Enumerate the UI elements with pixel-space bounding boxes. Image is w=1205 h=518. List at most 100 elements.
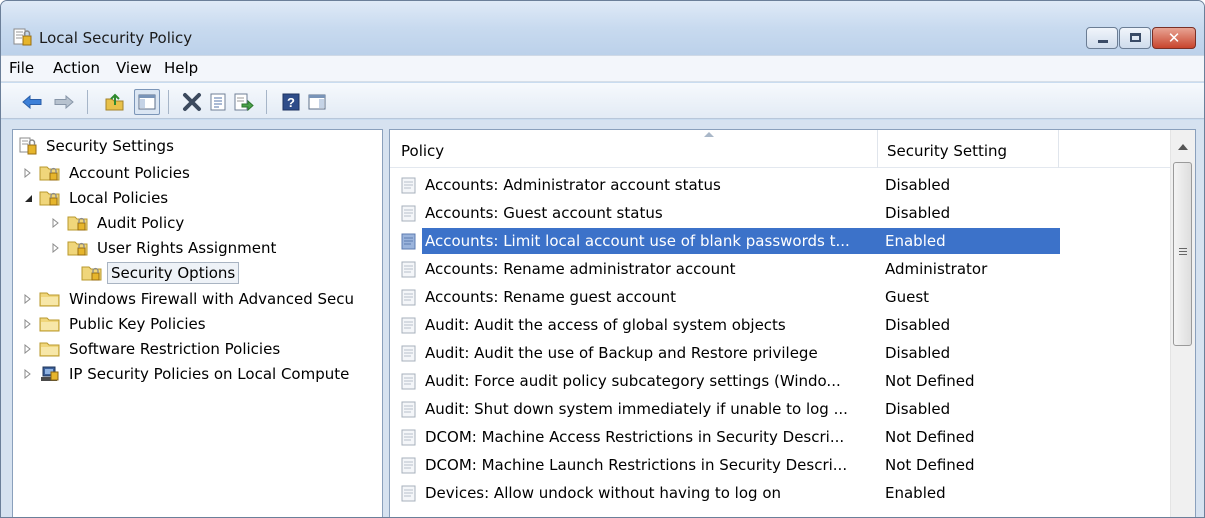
content-area: Security Settings Account Policies Local… bbox=[1, 120, 1204, 517]
menu-bar: File Action View Help bbox=[1, 55, 1204, 82]
column-header-policy[interactable]: Policy bbox=[401, 130, 444, 168]
toolbar-separator bbox=[266, 90, 267, 114]
policy-setting: Guest bbox=[885, 288, 930, 306]
folder-icon bbox=[39, 342, 60, 357]
policy-name: Accounts: Rename administrator account bbox=[425, 260, 736, 278]
policy-folder-icon bbox=[67, 216, 88, 231]
list-row-selected[interactable]: Accounts: Limit local account use of bla… bbox=[390, 227, 1170, 255]
tree-root-label: Security Settings bbox=[46, 137, 174, 155]
expand-arrow-icon[interactable] bbox=[23, 344, 33, 354]
policy-setting: Administrator bbox=[885, 260, 988, 278]
list-row[interactable]: Audit: Audit the access of global system… bbox=[390, 311, 1170, 339]
help-button[interactable]: ? bbox=[280, 91, 302, 113]
forward-button[interactable] bbox=[53, 91, 75, 113]
collapse-arrow-icon[interactable] bbox=[23, 193, 33, 203]
policy-folder-icon bbox=[67, 241, 88, 256]
help-icon: ? bbox=[282, 93, 300, 111]
back-button[interactable] bbox=[21, 91, 43, 113]
list-row[interactable]: Accounts: Rename guest account Guest bbox=[390, 283, 1170, 311]
export-list-button[interactable] bbox=[233, 91, 255, 113]
policy-item-icon bbox=[401, 205, 416, 222]
tree-item-security-options[interactable]: Security Options bbox=[81, 261, 240, 285]
tree-item-user-rights-assignment[interactable]: User Rights Assignment bbox=[51, 236, 279, 260]
console-tree: Security Settings Account Policies Local… bbox=[12, 129, 383, 517]
list-row[interactable]: Audit: Force audit policy subcategory se… bbox=[390, 367, 1170, 395]
column-divider[interactable] bbox=[877, 130, 878, 168]
list-row[interactable]: Devices: Allow undock without having to … bbox=[390, 479, 1170, 507]
policy-name: Accounts: Guest account status bbox=[425, 204, 663, 222]
minimize-icon bbox=[1098, 40, 1108, 43]
policy-item-icon bbox=[401, 373, 416, 390]
expand-arrow-icon[interactable] bbox=[51, 218, 61, 228]
scroll-thumb[interactable] bbox=[1173, 162, 1192, 346]
tree-item-label: Audit Policy bbox=[97, 214, 185, 232]
list-header: Policy Security Setting bbox=[390, 130, 1170, 168]
up-folder-icon bbox=[105, 93, 124, 111]
forward-arrow-icon bbox=[54, 95, 74, 109]
scroll-grip-icon bbox=[1179, 248, 1187, 255]
policy-name: Audit: Audit the use of Backup and Resto… bbox=[425, 344, 818, 362]
folder-icon bbox=[39, 317, 60, 332]
security-policy-icon bbox=[13, 28, 32, 46]
list-row[interactable]: Accounts: Rename administrator account A… bbox=[390, 255, 1170, 283]
expand-arrow-icon[interactable] bbox=[23, 294, 33, 304]
show-hide-action-pane-icon bbox=[308, 94, 326, 110]
title-bar[interactable]: Local Security Policy ✕ bbox=[1, 1, 1204, 55]
policy-item-icon bbox=[401, 345, 416, 362]
list-row[interactable]: Audit: Audit the use of Backup and Resto… bbox=[390, 339, 1170, 367]
tree-item-public-key-policies[interactable]: Public Key Policies bbox=[23, 312, 209, 336]
menu-action[interactable]: Action bbox=[53, 59, 100, 77]
list-row[interactable]: Accounts: Guest account status Disabled bbox=[390, 199, 1170, 227]
app-window: Local Security Policy ✕ File Action View… bbox=[0, 0, 1205, 518]
expand-arrow-icon[interactable] bbox=[51, 243, 61, 253]
show-hide-action-pane-button[interactable] bbox=[306, 91, 328, 113]
list-row[interactable]: Audit: Shut down system immediately if u… bbox=[390, 395, 1170, 423]
vertical-scrollbar[interactable] bbox=[1170, 130, 1195, 517]
menu-file[interactable]: File bbox=[9, 59, 34, 77]
policy-item-icon bbox=[401, 457, 416, 474]
minimize-button[interactable] bbox=[1086, 27, 1118, 49]
list-row[interactable]: Accounts: Administrator account status D… bbox=[390, 171, 1170, 199]
menu-help[interactable]: Help bbox=[164, 59, 198, 77]
maximize-button[interactable] bbox=[1119, 27, 1151, 49]
tree-item-ip-security-policies[interactable]: IP Security Policies on Local Compute bbox=[23, 362, 352, 386]
delete-button[interactable] bbox=[181, 91, 203, 113]
close-button[interactable]: ✕ bbox=[1152, 27, 1196, 49]
tree-item-software-restriction-policies[interactable]: Software Restriction Policies bbox=[23, 337, 283, 361]
tree-item-local-policies[interactable]: Local Policies bbox=[23, 186, 171, 210]
policy-setting: Disabled bbox=[885, 176, 951, 194]
expand-arrow-icon[interactable] bbox=[23, 168, 33, 178]
export-list-icon bbox=[234, 93, 254, 111]
scroll-up-icon[interactable] bbox=[1178, 144, 1188, 150]
tree-item-label: Software Restriction Policies bbox=[69, 340, 281, 358]
expand-arrow-icon[interactable] bbox=[23, 319, 33, 329]
menu-view[interactable]: View bbox=[116, 59, 152, 77]
policy-list: Policy Security Setting Accounts: Admini… bbox=[389, 129, 1196, 517]
policy-name: Accounts: Rename guest account bbox=[425, 288, 676, 306]
tree-item-label: Account Policies bbox=[69, 164, 190, 182]
policy-folder-icon bbox=[81, 266, 102, 281]
column-divider[interactable] bbox=[1058, 130, 1059, 168]
tree-item-security-settings[interactable]: Security Settings bbox=[19, 134, 177, 158]
tree-item-windows-firewall[interactable]: Windows Firewall with Advanced Secu bbox=[23, 287, 357, 311]
close-icon: ✕ bbox=[1167, 29, 1181, 47]
expand-arrow-icon[interactable] bbox=[23, 369, 33, 379]
up-one-level-button[interactable] bbox=[104, 91, 126, 113]
policy-name: DCOM: Machine Access Restrictions in Sec… bbox=[425, 428, 845, 446]
maximize-icon bbox=[1130, 33, 1141, 42]
column-header-security-setting[interactable]: Security Setting bbox=[887, 130, 1007, 168]
tree-item-audit-policy[interactable]: Audit Policy bbox=[51, 211, 187, 235]
properties-button[interactable] bbox=[207, 91, 229, 113]
show-hide-tree-button[interactable] bbox=[134, 89, 160, 115]
policy-name: Devices: Allow undock without having to … bbox=[425, 484, 782, 502]
list-row[interactable]: DCOM: Machine Launch Restrictions in Sec… bbox=[390, 451, 1170, 479]
policy-name: Accounts: Administrator account status bbox=[425, 176, 721, 194]
policy-item-icon bbox=[401, 233, 416, 250]
list-row[interactable]: DCOM: Machine Access Restrictions in Sec… bbox=[390, 423, 1170, 451]
policy-name: DCOM: Machine Launch Restrictions in Sec… bbox=[425, 456, 848, 474]
policy-setting: Not Defined bbox=[885, 428, 975, 446]
tree-item-account-policies[interactable]: Account Policies bbox=[23, 161, 193, 185]
ip-security-icon bbox=[41, 366, 59, 381]
toolbar-separator bbox=[87, 90, 88, 114]
policy-item-icon bbox=[401, 485, 416, 502]
